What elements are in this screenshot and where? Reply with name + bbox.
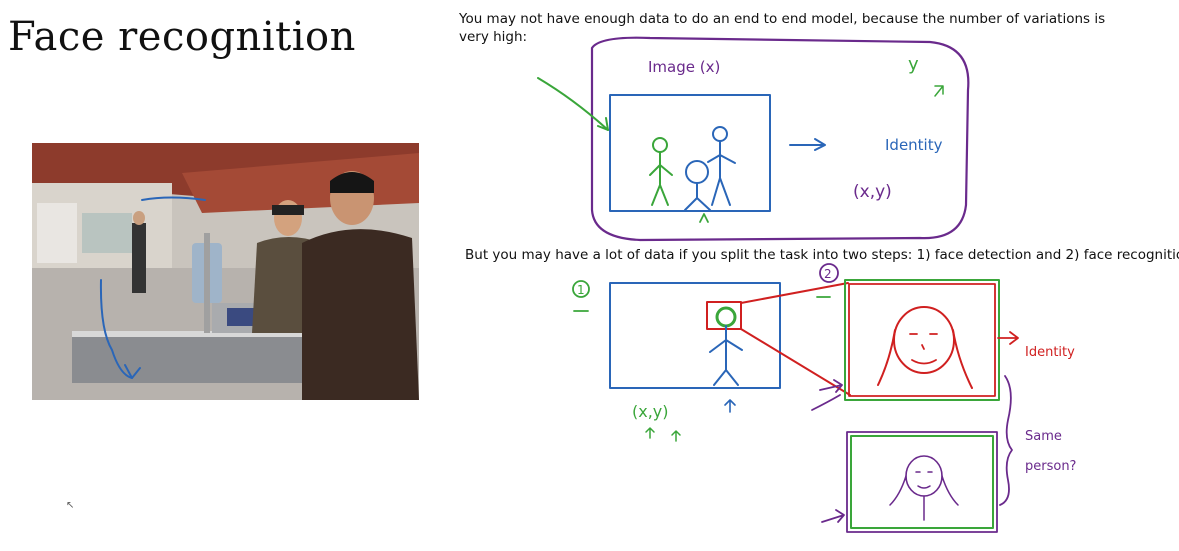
cropped-face-frame <box>844 279 1000 401</box>
same-person-label: Same person? <box>1025 429 1076 474</box>
reference-face-frame <box>846 431 998 533</box>
y-label: y <box>908 54 919 75</box>
cursor-icon: ↖ <box>66 500 75 511</box>
detection-image-frame <box>609 282 781 389</box>
top-arrow <box>789 138 826 151</box>
input-image-frame <box>609 94 771 212</box>
green-input-arrow <box>537 77 609 131</box>
identity-label-right: Identity <box>1025 345 1075 360</box>
ink-overlay: Image (x) y Identity (x,y) 1 2 (x,y) Ide… <box>99 36 1076 533</box>
xy-label-bottom: (x,y) <box>632 402 669 421</box>
step2-label: 2 <box>824 267 832 281</box>
pointer-stroke <box>99 279 133 379</box>
camera-scribble <box>141 196 206 201</box>
person-word: person? <box>1025 459 1076 474</box>
comparison-bracket <box>999 375 1013 506</box>
xy-label: (x,y) <box>853 182 892 202</box>
image-x-label: Image (x) <box>648 58 720 76</box>
same-word: Same <box>1025 429 1062 444</box>
step1-label: 1 <box>577 283 585 297</box>
identity-label: Identity <box>885 136 943 154</box>
